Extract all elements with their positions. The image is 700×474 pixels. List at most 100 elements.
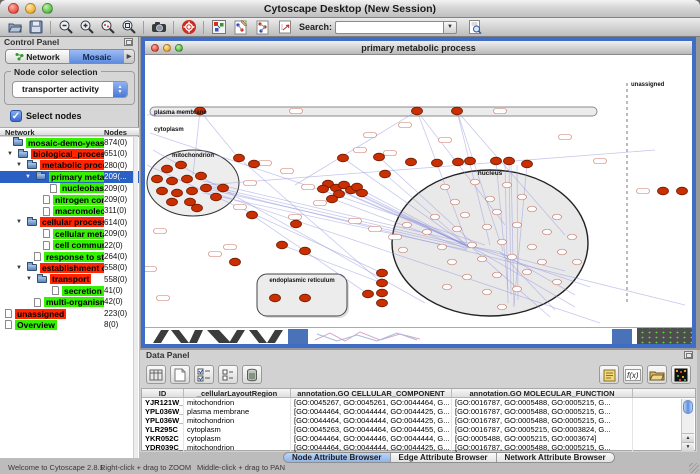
- network-node-small[interactable]: [558, 249, 567, 255]
- search-input[interactable]: [335, 21, 443, 34]
- network-node-small[interactable]: [471, 179, 480, 185]
- zoom-out-icon[interactable]: [57, 19, 74, 36]
- network-node[interactable]: [196, 172, 207, 180]
- column-header[interactable]: _cellularLayoutRegion: [184, 389, 291, 397]
- network-node[interactable]: [300, 247, 311, 255]
- network-node-small[interactable]: [553, 279, 562, 285]
- network-node-small[interactable]: [483, 289, 492, 295]
- network-node-label[interactable]: [154, 229, 167, 234]
- network-node[interactable]: [677, 187, 688, 195]
- network-node-label[interactable]: [145, 267, 157, 272]
- tab-network-attribute-browser[interactable]: Network Attribute Browser: [497, 453, 614, 462]
- snapshot-icon[interactable]: [150, 19, 167, 36]
- tree-item[interactable]: mosaic-demo-yeast874(0): [0, 137, 139, 148]
- table-row[interactable]: YDR039C__1mitochondrion[GO:0044464, GO:0…: [142, 443, 695, 452]
- table-scrollbar[interactable]: ▲ ▼: [681, 399, 694, 451]
- network-canvas[interactable]: plasma membranecytoplasmmitochondrionnuc…: [145, 55, 692, 327]
- scroll-up-icon[interactable]: ▲: [682, 433, 694, 442]
- expand-arrow-icon[interactable]: ▼: [16, 162, 27, 168]
- network-node[interactable]: [211, 193, 222, 201]
- network-node[interactable]: [234, 154, 245, 162]
- network-node[interactable]: [453, 158, 464, 166]
- network-node-small[interactable]: [453, 226, 462, 232]
- tree-item[interactable]: ▼biological_process651(0): [0, 148, 139, 159]
- network-node-label[interactable]: [314, 201, 327, 206]
- tree-item[interactable]: ▼transport558(0): [0, 274, 139, 285]
- network-node[interactable]: [363, 290, 374, 298]
- tree-scrollbar[interactable]: [133, 137, 138, 458]
- network-node-small[interactable]: [538, 259, 547, 265]
- network-node-small[interactable]: [528, 206, 537, 212]
- network-node-label[interactable]: [594, 159, 607, 164]
- network-node[interactable]: [338, 154, 349, 162]
- network-node-small[interactable]: [441, 184, 450, 190]
- network-node-small[interactable]: [573, 259, 582, 265]
- tab-network[interactable]: Network: [6, 50, 70, 63]
- network-node-small[interactable]: [508, 254, 517, 260]
- float-panel-icon[interactable]: [124, 38, 133, 46]
- window-titlebar[interactable]: Cytoscape Desktop (New Session): [0, 0, 700, 18]
- network-node-small[interactable]: [438, 244, 447, 250]
- attribute-table-icon[interactable]: [146, 365, 166, 384]
- manage-networks-icon[interactable]: [254, 19, 271, 36]
- network-node[interactable]: [277, 241, 288, 249]
- network-node[interactable]: [452, 107, 463, 115]
- expand-arrow-icon[interactable]: ▼: [7, 151, 18, 157]
- network-node-small[interactable]: [431, 214, 440, 220]
- float-data-panel-icon[interactable]: [684, 351, 693, 359]
- tree-item[interactable]: nitrogen compo209(0): [0, 194, 139, 205]
- network-node[interactable]: [357, 189, 368, 197]
- tab-node-attribute-browser[interactable]: Node Attribute Browser: [284, 453, 391, 462]
- network-node-small[interactable]: [423, 229, 432, 235]
- network-node-small[interactable]: [399, 247, 408, 253]
- network-node-label[interactable]: [209, 252, 222, 257]
- network-node-small[interactable]: [543, 229, 552, 235]
- save-icon[interactable]: [27, 19, 44, 36]
- network-node-label[interactable]: [302, 185, 315, 190]
- advanced-search-icon[interactable]: [466, 19, 483, 36]
- network-node[interactable]: [522, 160, 533, 168]
- network-node-label[interactable]: [494, 109, 507, 114]
- network-node[interactable]: [432, 159, 443, 167]
- tree-item[interactable]: nucleobase-209(0): [0, 183, 139, 194]
- tab-edge-attribute-browser[interactable]: Edge Attribute Browser: [391, 453, 497, 462]
- tree-item[interactable]: Overview8(0): [0, 319, 139, 330]
- matrix-view-icon[interactable]: [671, 365, 691, 384]
- network-node-small[interactable]: [468, 242, 477, 248]
- unselect-attributes-icon[interactable]: [218, 365, 238, 384]
- network-node[interactable]: [412, 107, 423, 115]
- network-node[interactable]: [230, 258, 241, 266]
- network-node[interactable]: [377, 299, 388, 307]
- table-row[interactable]: YJR121W__1mitochondrion[GO:0045267, GO:0…: [142, 398, 695, 407]
- expand-arrow-icon[interactable]: ▼: [16, 265, 27, 271]
- zoom-in-icon[interactable]: [78, 19, 95, 36]
- network-node[interactable]: [182, 175, 193, 183]
- network-node-small[interactable]: [568, 234, 577, 240]
- network-node-small[interactable]: [513, 222, 522, 228]
- network-node-label[interactable]: [281, 169, 294, 174]
- network-node[interactable]: [491, 157, 502, 165]
- tree-item[interactable]: unassigned223(0): [0, 308, 139, 319]
- network-node[interactable]: [291, 220, 302, 228]
- network-node-small[interactable]: [451, 199, 460, 205]
- network-node-label[interactable]: [234, 205, 247, 210]
- network-node[interactable]: [167, 198, 178, 206]
- search-dropdown-icon[interactable]: ▼: [443, 21, 457, 34]
- expand-arrow-icon[interactable]: ▼: [16, 219, 27, 225]
- network-node-small[interactable]: [493, 209, 502, 215]
- tree-item[interactable]: multi-organism pro42(0): [0, 296, 139, 307]
- network-node-small[interactable]: [518, 194, 527, 200]
- delete-attribute-icon[interactable]: [242, 365, 262, 384]
- network-view-frame[interactable]: primary metabolic process plasma membran…: [141, 37, 696, 348]
- network-node-small[interactable]: [493, 272, 502, 278]
- scrollbar-thumb[interactable]: [683, 400, 693, 414]
- expand-arrow-icon[interactable]: ▼: [25, 174, 36, 180]
- network-node[interactable]: [172, 189, 183, 197]
- network-node[interactable]: [187, 187, 198, 195]
- column-header[interactable]: ID: [142, 389, 184, 397]
- network-node-label[interactable]: [364, 133, 377, 138]
- formula-icon[interactable]: f(x): [623, 365, 643, 384]
- network-node[interactable]: [218, 184, 229, 192]
- table-row[interactable]: YKR052Ccytoplasm[GO:0044464, GO:0044446,…: [142, 434, 695, 443]
- network-node-label[interactable]: [369, 227, 382, 232]
